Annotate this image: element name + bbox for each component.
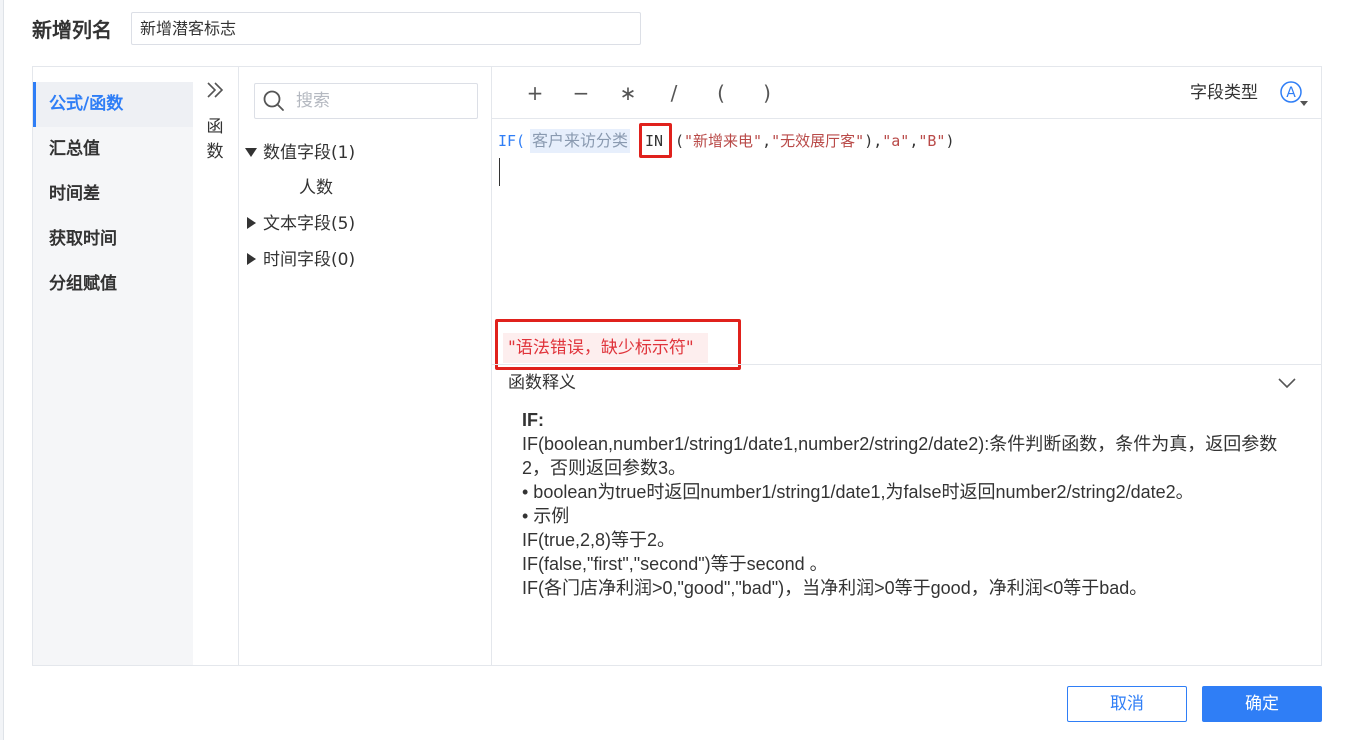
formula-arguments: ("新增来电","无效展厅客"),"a","B") xyxy=(675,132,955,150)
sidebar-item-group-assign[interactable]: 分组赋值 xyxy=(33,262,193,307)
explanation-line: IF(各门店净利润>0,"good","bad")，当净利润>0等于good，净… xyxy=(522,578,1148,598)
confirm-button[interactable]: 确定 xyxy=(1202,686,1322,722)
search-placeholder: 搜索 xyxy=(296,91,330,111)
explanation-line: IF(true,2,8)等于2。 xyxy=(522,530,676,550)
sidebar-item-formula[interactable]: 公式/函数 xyxy=(33,82,193,127)
multiply-operator-button[interactable]: ∗ xyxy=(613,78,643,108)
field-item-headcount[interactable]: 人数 xyxy=(299,176,333,200)
explanation-line: IF(false,"first","second")等于second 。 xyxy=(522,554,828,574)
divider xyxy=(492,364,1321,365)
formula-if-token: IF( xyxy=(498,132,526,150)
function-panel-label[interactable]: 函 数 xyxy=(204,115,226,165)
sidebar-item-summary[interactable]: 汇总值 xyxy=(33,127,193,172)
error-highlight-box xyxy=(495,319,741,370)
field-type-label[interactable]: 字段类型 xyxy=(1190,80,1258,106)
triangle-right-icon[interactable] xyxy=(247,217,256,229)
sidebar-item-time-diff[interactable]: 时间差 xyxy=(33,172,193,217)
function-label-char: 数 xyxy=(206,142,224,162)
function-label-char: 函 xyxy=(206,117,224,137)
background-page-edge xyxy=(0,0,4,740)
circled-a-dropdown-icon[interactable]: A xyxy=(1278,79,1310,109)
plus-operator-button[interactable]: + xyxy=(520,78,550,108)
open-paren-button[interactable]: ( xyxy=(706,78,736,108)
svg-text:A: A xyxy=(1286,85,1296,101)
divide-operator-button[interactable]: / xyxy=(659,78,689,108)
sidebar-item-get-time[interactable]: 获取时间 xyxy=(33,217,193,262)
field-group-numeric[interactable]: 数值字段(1) xyxy=(263,141,355,165)
category-sidebar: 公式/函数 汇总值 时间差 获取时间 分组赋值 xyxy=(33,82,193,665)
column-name-label: 新增列名 xyxy=(32,18,112,42)
function-explanation-title[interactable]: 函数释义 xyxy=(508,370,576,396)
triangle-down-icon[interactable] xyxy=(245,148,257,157)
search-icon xyxy=(262,89,286,113)
minus-operator-button[interactable]: − xyxy=(566,78,596,108)
explanation-line: IF(boolean,number1/string1/date1,number2… xyxy=(522,434,1278,454)
explanation-line: • boolean为true时返回number1/string1/date1,为… xyxy=(522,482,1194,502)
in-keyword-highlight-box xyxy=(639,123,672,158)
double-chevron-right-icon[interactable] xyxy=(205,80,225,100)
field-group-time[interactable]: 时间字段(0) xyxy=(263,248,355,272)
explanation-line: • 示例 xyxy=(522,506,570,526)
cancel-button[interactable]: 取消 xyxy=(1067,686,1187,722)
explanation-line: 2，否则返回参数3。 xyxy=(522,458,687,478)
function-explanation-body: IF: IF(boolean,number1/string1/date1,num… xyxy=(522,408,1292,600)
column-name-input[interactable]: 新增潜客标志 xyxy=(131,12,641,45)
triangle-right-icon[interactable] xyxy=(247,253,256,265)
chevron-down-icon[interactable] xyxy=(1276,373,1298,393)
field-group-text[interactable]: 文本字段(5) xyxy=(263,212,355,236)
text-cursor xyxy=(499,158,500,186)
explanation-line: IF: xyxy=(522,410,544,430)
formula-field-token[interactable]: 客户来访分类 xyxy=(530,129,631,153)
close-paren-button[interactable]: ) xyxy=(752,78,782,108)
field-search-input[interactable] xyxy=(254,83,478,119)
